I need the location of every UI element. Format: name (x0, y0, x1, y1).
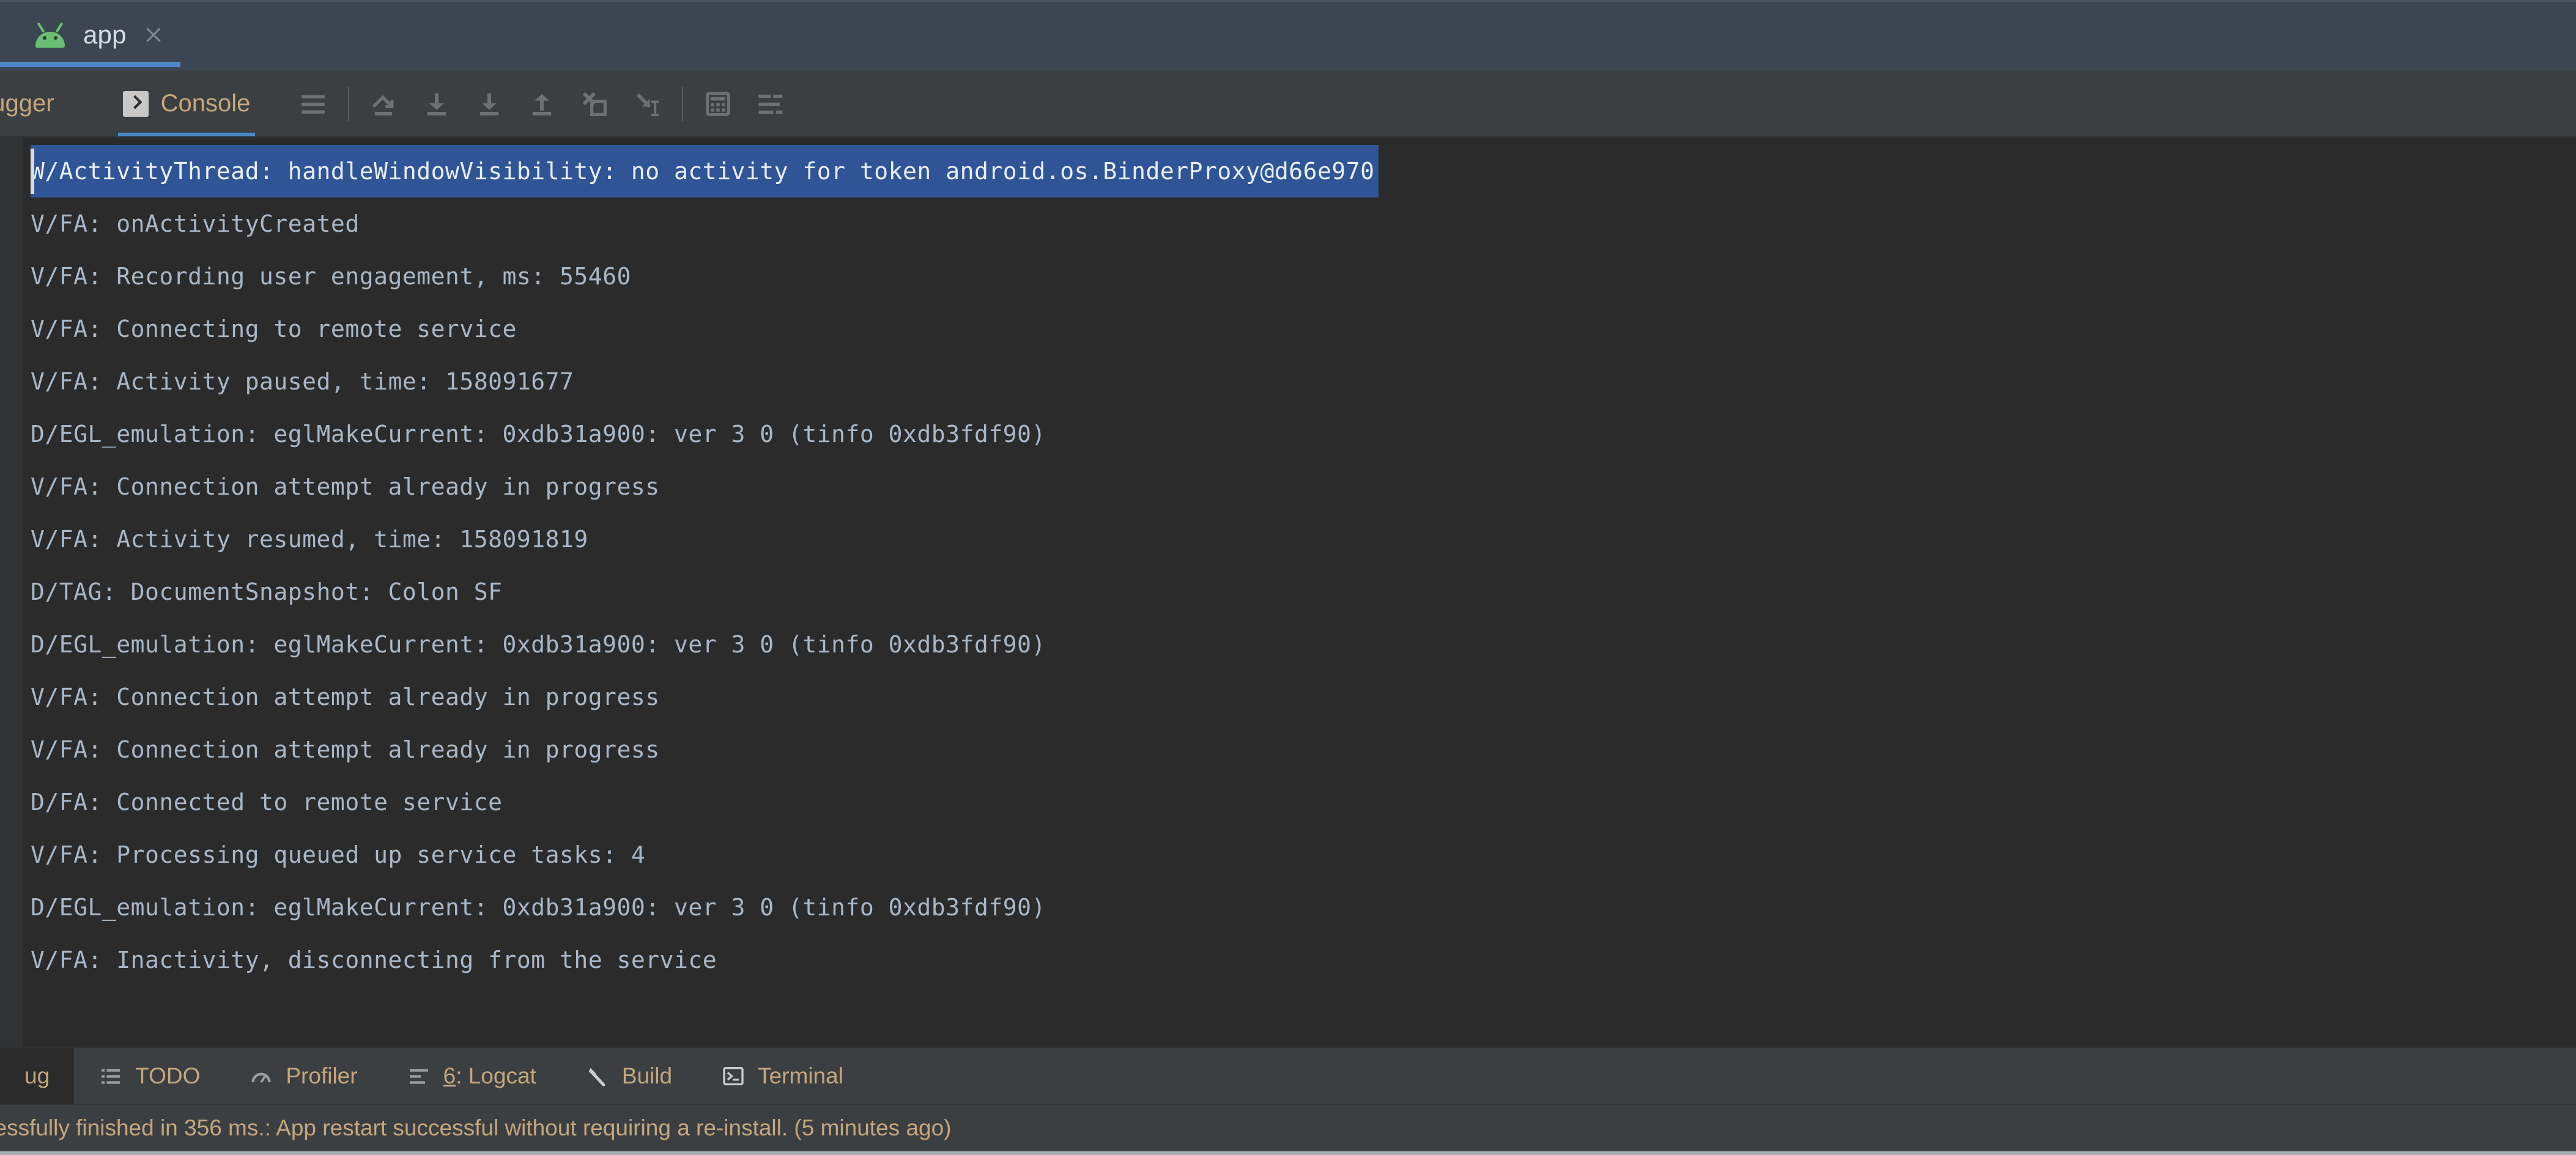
tab-terminal-label: Terminal (758, 1063, 843, 1088)
console-tab-label: Console (160, 90, 251, 117)
console-line-text: V/FA: Connection attempt already in prog… (31, 736, 660, 763)
console-icon (122, 90, 149, 117)
tab-todo[interactable]: TODO (74, 1048, 224, 1104)
tab-profiler-label: Profiler (286, 1063, 358, 1088)
run-to-cursor-icon (637, 93, 659, 116)
tab-build[interactable]: Build (561, 1048, 697, 1104)
toolbar-separator (348, 86, 350, 121)
console-line-text: V/FA: Activity paused, time: 158091677 (31, 368, 574, 395)
console-line[interactable]: V/FA: Connecting to remote service (23, 303, 2576, 355)
console-line[interactable]: V/FA: Connection attempt already in prog… (23, 671, 2576, 723)
console-line[interactable]: D/TAG: DocumentSnapshot: Colon SF (23, 566, 2576, 618)
run-configuration-tab-bar: app (0, 0, 2576, 71)
console-line-text: V/FA: Activity resumed, time: 158091819 (31, 526, 588, 553)
console-line[interactable]: W/ActivityThread: handleWindowVisibility… (23, 145, 2576, 197)
mute-breakpoints-button[interactable] (744, 78, 797, 130)
step-out-button[interactable] (516, 78, 568, 130)
console-line[interactable]: V/FA: Recording user engagement, ms: 554… (23, 250, 2576, 303)
console-line-text: V/FA: Connection attempt already in prog… (31, 473, 660, 500)
console-line[interactable]: V/FA: Processing queued up service tasks… (23, 828, 2576, 881)
run-tab-label: app (83, 20, 127, 49)
drop-frame-button[interactable] (568, 78, 621, 130)
soft-wrap-button[interactable] (287, 78, 339, 130)
calculator-icon (706, 91, 731, 116)
console-line-text: D/EGL_emulation: eglMakeCurrent: 0xdb31a… (31, 631, 1046, 658)
tab-debug-label: ug (24, 1063, 50, 1088)
console-line[interactable]: V/FA: Activity resumed, time: 158091819 (23, 513, 2576, 566)
console-line-text: D/TAG: DocumentSnapshot: Colon SF (31, 578, 503, 605)
console-gutter (0, 138, 23, 1047)
toolbar-separator (682, 86, 684, 121)
step-into-icon (427, 93, 446, 116)
debug-toolbar: bugger Console (0, 71, 2576, 138)
tab-terminal[interactable]: Terminal (697, 1048, 868, 1104)
tab-todo-label: TODO (135, 1063, 201, 1088)
console-line-text: V/FA: Recording user engagement, ms: 554… (31, 263, 631, 290)
settings-lines-icon (758, 94, 783, 114)
logcat-icon (407, 1064, 431, 1088)
soft-wrap-icon (302, 94, 325, 114)
status-message: cessfully finished in 356 ms.: App resta… (0, 1115, 952, 1140)
drop-frame-icon (583, 92, 607, 116)
status-bar: cessfully finished in 356 ms.: App resta… (0, 1104, 2576, 1151)
step-out-icon (533, 94, 552, 116)
window-bottom-edge (0, 1151, 2576, 1155)
run-tab-app[interactable]: app (0, 2, 180, 67)
tab-profiler[interactable]: Profiler (224, 1048, 382, 1104)
todo-list-icon (98, 1064, 123, 1088)
console-line[interactable]: D/EGL_emulation: eglMakeCurrent: 0xdb31a… (23, 881, 2576, 934)
run-to-cursor-button[interactable] (621, 78, 673, 130)
tool-window-tab-bar: ug TODO Profiler 6: Logcat Build Terminal (0, 1047, 2576, 1104)
console-line-text: D/EGL_emulation: eglMakeCurrent: 0xdb31a… (31, 421, 1046, 448)
console-line[interactable]: V/FA: Activity paused, time: 158091677 (23, 355, 2576, 408)
close-icon[interactable] (142, 24, 165, 46)
console-line[interactable]: D/FA: Connected to remote service (23, 776, 2576, 828)
text-caret (31, 149, 34, 194)
console-line-text: D/EGL_emulation: eglMakeCurrent: 0xdb31a… (31, 894, 1046, 921)
tab-logcat-label: 6: Logcat (443, 1063, 536, 1088)
terminal-icon (721, 1064, 746, 1088)
step-over-icon (372, 94, 394, 116)
profiler-icon (249, 1064, 273, 1088)
console-line-text: D/FA: Connected to remote service (31, 789, 503, 816)
step-over-button[interactable] (358, 78, 410, 130)
console-output-panel[interactable]: W/ActivityThread: handleWindowVisibility… (0, 138, 2576, 1047)
console-line[interactable]: V/FA: onActivityCreated (23, 197, 2576, 250)
tab-logcat[interactable]: 6: Logcat (382, 1048, 561, 1104)
tab-debug[interactable]: ug (0, 1048, 75, 1104)
android-icon (34, 21, 66, 48)
console-line[interactable]: D/EGL_emulation: eglMakeCurrent: 0xdb31a… (23, 408, 2576, 460)
console-line-text: V/FA: onActivityCreated (31, 210, 360, 237)
debugger-tab-label[interactable]: bugger (0, 90, 54, 117)
console-line[interactable]: V/FA: Inactivity, disconnecting from the… (23, 934, 2576, 986)
evaluate-expression-button[interactable] (692, 78, 744, 130)
tab-console[interactable]: Console (113, 71, 261, 136)
hammer-icon (585, 1064, 610, 1088)
android-studio-debug-window: app bugger Console (0, 0, 2576, 1155)
console-lines-container[interactable]: W/ActivityThread: handleWindowVisibility… (23, 138, 2576, 1047)
step-into-button[interactable] (410, 78, 463, 130)
console-line-text: V/FA: Connecting to remote service (31, 316, 517, 342)
console-line-text: V/FA: Inactivity, disconnecting from the… (31, 947, 717, 973)
console-line-text: V/FA: Processing queued up service tasks… (31, 841, 646, 868)
force-step-into-button[interactable] (463, 78, 516, 130)
console-line[interactable]: V/FA: Connection attempt already in prog… (23, 723, 2576, 776)
tab-build-label: Build (621, 1063, 673, 1088)
console-line-selected: W/ActivityThread: handleWindowVisibility… (31, 145, 1379, 197)
console-line-text: V/FA: Connection attempt already in prog… (31, 684, 660, 710)
console-line[interactable]: V/FA: Connection attempt already in prog… (23, 460, 2576, 513)
force-step-into-icon (480, 93, 499, 116)
console-line[interactable]: D/EGL_emulation: eglMakeCurrent: 0xdb31a… (23, 618, 2576, 671)
